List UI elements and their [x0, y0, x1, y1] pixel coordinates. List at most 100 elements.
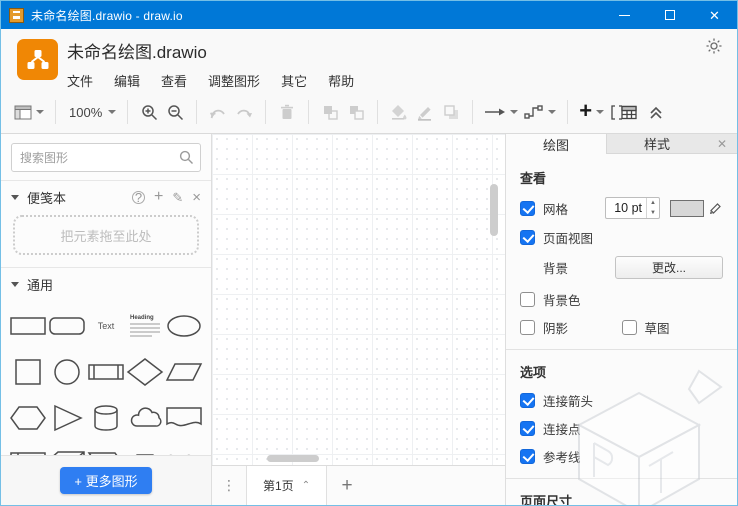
- shape-cloud[interactable]: [125, 398, 164, 438]
- pages-menu-icon[interactable]: ⋮: [212, 466, 246, 505]
- menu-item-1[interactable]: 编辑: [114, 71, 140, 90]
- grid-size-stepper[interactable]: ▲▼: [646, 198, 659, 218]
- fill-color-button[interactable]: [386, 97, 412, 127]
- tab-style[interactable]: 样式: [607, 134, 707, 153]
- shape-hexagon[interactable]: [9, 398, 48, 438]
- general-section-title: 通用: [27, 275, 53, 294]
- theme-toggle-icon[interactable]: [705, 37, 723, 60]
- scratchpad-dropzone[interactable]: 把元素拖至此处: [13, 215, 199, 255]
- shadow-button[interactable]: [438, 97, 464, 127]
- zoom-in-button[interactable]: [136, 97, 162, 127]
- main-area: 便笺本 ? + ✎ × 把元素拖至此处 通用 TextHeading + 更多图…: [1, 134, 737, 505]
- sketch-checkbox[interactable]: [622, 320, 637, 335]
- waypoint-style-button[interactable]: [521, 97, 559, 127]
- insert-table-button[interactable]: [607, 97, 643, 127]
- shape-rounded-rectangle[interactable]: [48, 306, 87, 346]
- shape-triangle[interactable]: [48, 398, 87, 438]
- shape-square[interactable]: [9, 352, 48, 392]
- shape-internal-storage[interactable]: [9, 444, 48, 455]
- shape-heading[interactable]: Heading: [125, 306, 164, 346]
- shape-tape[interactable]: [164, 444, 203, 455]
- shape-process[interactable]: [87, 352, 126, 392]
- plus-icon: +: [579, 100, 592, 122]
- menu-item-3[interactable]: 调整图形: [208, 71, 260, 90]
- option-checkbox-2[interactable]: [520, 449, 535, 464]
- shape-ellipse[interactable]: [164, 306, 203, 346]
- app-icon: [9, 8, 24, 23]
- menu-item-5[interactable]: 帮助: [328, 71, 354, 90]
- page-view-checkbox[interactable]: [520, 230, 535, 245]
- vertical-scrollbar[interactable]: [490, 184, 498, 236]
- chevron-down-icon: [108, 110, 116, 114]
- chevron-down-icon: [548, 110, 556, 114]
- options-list: 连接箭头连接点参考线: [520, 391, 723, 466]
- document-title: 未命名绘图.drawio: [67, 29, 737, 63]
- grid-size-input[interactable]: 10 pt ▲▼: [605, 197, 660, 219]
- delete-button[interactable]: [274, 97, 300, 127]
- window-controls: ✕: [602, 1, 737, 29]
- close-button[interactable]: ✕: [692, 1, 737, 29]
- general-section-header[interactable]: 通用: [1, 268, 211, 300]
- scratchpad-title: 便笺本: [27, 188, 66, 207]
- shape-diamond[interactable]: [125, 352, 164, 392]
- page-tab[interactable]: 第1页 ⌃: [246, 466, 327, 505]
- title-bar: 未命名绘图.drawio - draw.io ✕: [1, 1, 737, 29]
- scratchpad-close-icon[interactable]: ×: [192, 190, 201, 205]
- to-front-button[interactable]: [317, 97, 343, 127]
- app-header: 未命名绘图.drawio 文件 编辑 查看 调整图形 其它 帮助: [1, 29, 737, 91]
- option-checkbox-0[interactable]: [520, 393, 535, 408]
- connection-style-button[interactable]: [481, 97, 521, 127]
- menu-item-0[interactable]: 文件: [67, 71, 93, 90]
- menu-item-2[interactable]: 查看: [161, 71, 187, 90]
- option-label-1: 连接点: [543, 419, 581, 438]
- change-background-button[interactable]: 更改...: [615, 256, 723, 279]
- search-section: [1, 134, 211, 181]
- shape-cylinder[interactable]: [87, 398, 126, 438]
- shadow-label: 阴影: [543, 318, 568, 337]
- panel-close-icon[interactable]: ✕: [707, 134, 737, 153]
- view-panels-button[interactable]: [11, 97, 47, 127]
- format-panel: 绘图 样式 ✕ 查看 网格 10 pt ▲▼: [505, 134, 737, 505]
- scratchpad-header[interactable]: 便笺本 ? + ✎ ×: [1, 181, 211, 213]
- search-input[interactable]: [11, 143, 201, 172]
- format-panel-body: 查看 网格 10 pt ▲▼ 页面视图: [506, 154, 737, 506]
- shape-parallelogram[interactable]: [164, 352, 203, 392]
- canvas-column: ⋮ 第1页 ⌃ +: [212, 134, 505, 505]
- collapse-expand-button[interactable]: [643, 97, 669, 127]
- zoom-level-dropdown[interactable]: 100%: [64, 97, 119, 127]
- shape-rectangle[interactable]: [9, 306, 48, 346]
- horizontal-scrollbar[interactable]: [267, 455, 319, 462]
- shape-cube[interactable]: [48, 444, 87, 455]
- grid-checkbox[interactable]: [520, 201, 535, 216]
- zoom-out-button[interactable]: [162, 97, 188, 127]
- edit-color-icon[interactable]: [709, 201, 723, 215]
- undo-button[interactable]: [205, 97, 231, 127]
- grid-color-swatch[interactable]: [670, 200, 704, 217]
- shape-palette: TextHeading: [1, 300, 211, 455]
- background-label: 背景: [543, 258, 568, 277]
- sidebar-footer: + 更多图形: [1, 455, 211, 505]
- chevron-down-icon: [596, 110, 604, 114]
- option-checkbox-1[interactable]: [520, 421, 535, 436]
- scratchpad-add-icon[interactable]: +: [154, 189, 163, 205]
- shape-text[interactable]: Text: [87, 306, 126, 346]
- add-page-button[interactable]: +: [327, 466, 367, 505]
- shape-step[interactable]: [87, 444, 126, 455]
- menu-item-4[interactable]: 其它: [281, 71, 307, 90]
- tab-diagram[interactable]: 绘图: [506, 134, 607, 154]
- maximize-button[interactable]: [647, 1, 692, 29]
- help-icon[interactable]: ?: [132, 191, 145, 204]
- redo-button[interactable]: [231, 97, 257, 127]
- scratchpad-edit-icon[interactable]: ✎: [172, 191, 183, 204]
- background-color-checkbox[interactable]: [520, 292, 535, 307]
- shadow-checkbox[interactable]: [520, 320, 535, 335]
- to-back-button[interactable]: [343, 97, 369, 127]
- insert-button[interactable]: +: [576, 97, 607, 127]
- line-color-button[interactable]: [412, 97, 438, 127]
- shape-trapezoid[interactable]: [125, 444, 164, 455]
- minimize-button[interactable]: [602, 1, 647, 29]
- shape-circle[interactable]: [48, 352, 87, 392]
- drawing-canvas[interactable]: [212, 134, 505, 465]
- more-shapes-button[interactable]: + 更多图形: [60, 467, 151, 494]
- shape-document[interactable]: [164, 398, 203, 438]
